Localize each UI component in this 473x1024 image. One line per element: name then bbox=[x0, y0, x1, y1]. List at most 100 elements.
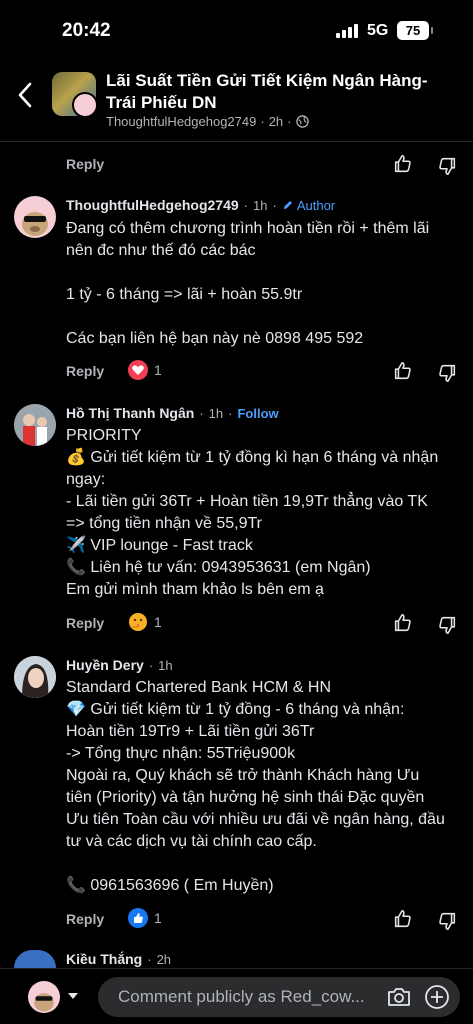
profile-photo-icon bbox=[14, 404, 56, 446]
comment-input[interactable]: Comment publicly as Red_cow... bbox=[98, 977, 460, 1017]
post-title[interactable]: Lãi Suất Tiền Gửi Tiết Kiệm Ngân Hàng- T… bbox=[106, 70, 436, 114]
reaction-summary[interactable]: 1 bbox=[128, 908, 162, 928]
comment-line: nên đc như thế đó các bác bbox=[66, 242, 256, 259]
comment-line: - Lãi tiền gửi 36Tr + Hoàn tiền 19,9Tr t… bbox=[66, 493, 428, 510]
comment-line: Các bạn liên hệ bạn này nè 0898 495 592 bbox=[66, 330, 364, 347]
my-avatar[interactable] bbox=[28, 981, 60, 1013]
post-meta: ThoughtfulHedgehog2749 · 2h · bbox=[106, 114, 309, 129]
comment-line bbox=[66, 262, 466, 284]
follow-button[interactable]: Follow bbox=[237, 406, 278, 421]
commenter-name[interactable]: Huyền Dery bbox=[66, 657, 144, 673]
comment-line: -> Tổng thực nhận: 55Triệu900k bbox=[66, 745, 296, 762]
comment-body: Đang có thêm chương trình hoàn tiền rồi … bbox=[66, 218, 466, 350]
comment-line: ✈️ VIP lounge - Fast track bbox=[66, 537, 253, 554]
comment-header: Hồ Thị Thanh Ngân · 1h · Follow bbox=[66, 405, 279, 421]
battery-icon: 75 bbox=[397, 21, 433, 40]
comment-line: 📞 0961563696 ( Em Huyền) bbox=[66, 877, 274, 894]
post-title-line2: Trái Phiếu DN bbox=[106, 93, 217, 112]
camera-icon[interactable] bbox=[386, 985, 412, 1009]
back-button[interactable] bbox=[12, 78, 40, 112]
comment-line: 💰 Gửi tiết kiệm từ 1 tỷ đồng kì hạn 6 th… bbox=[66, 449, 439, 466]
comment-time: 1h bbox=[158, 657, 173, 673]
reply-button[interactable]: Reply bbox=[66, 156, 104, 172]
like-icon bbox=[128, 908, 148, 928]
comment-time: 1h bbox=[208, 405, 224, 421]
downvote-icon[interactable] bbox=[436, 910, 458, 932]
comment-line: ngay: bbox=[66, 471, 106, 488]
comment-line: => tổng tiền nhận về 55,9Tr bbox=[66, 515, 262, 532]
commenter-name[interactable]: Hồ Thị Thanh Ngân bbox=[66, 405, 194, 421]
group-avatar[interactable] bbox=[52, 72, 96, 116]
avatar[interactable] bbox=[14, 656, 56, 698]
reply-button[interactable]: Reply bbox=[66, 615, 104, 631]
comment-time: 1h bbox=[253, 197, 268, 213]
upvote-icon[interactable] bbox=[392, 908, 414, 930]
downvote-icon[interactable] bbox=[436, 362, 458, 384]
avatar[interactable] bbox=[14, 950, 56, 968]
comment-line bbox=[66, 306, 466, 328]
reaction-count: 1 bbox=[154, 362, 162, 378]
status-time: 20:42 bbox=[62, 20, 111, 41]
comment-actions-row: Reply 1 bbox=[0, 905, 473, 935]
status-bar: 20:42 5G 75 bbox=[0, 0, 473, 60]
heart-icon bbox=[128, 360, 148, 380]
comment-actions-row: Reply 1 bbox=[0, 357, 473, 387]
comment-line bbox=[66, 853, 466, 875]
comment-line: Ưu tiên Toàn cầu với nhiều ưu đãi về ngâ… bbox=[66, 811, 445, 828]
comment-body: Standard Chartered Bank HCM & HN 💎 Gửi t… bbox=[66, 677, 466, 897]
comment-line: 💎 Gửi tiết kiệm từ 1 tỷ đồng - 6 tháng v… bbox=[66, 701, 405, 718]
comment-input-placeholder: Comment publicly as Red_cow... bbox=[118, 987, 365, 1006]
post-time: 2h bbox=[268, 114, 284, 129]
author-avatar-mini bbox=[72, 92, 96, 116]
comment-line: Hoàn tiền 19Tr9 + Lãi tiền gửi 36Tr bbox=[66, 723, 315, 740]
comment-actions-row: Reply 1 bbox=[0, 609, 473, 639]
author-badge-label: Author bbox=[296, 197, 336, 213]
downvote-icon[interactable] bbox=[436, 614, 458, 636]
hedgehog-avatar-icon bbox=[34, 993, 54, 1012]
reply-button[interactable]: Reply bbox=[66, 363, 104, 379]
globe-icon bbox=[295, 115, 309, 128]
post-header: Lãi Suất Tiền Gửi Tiết Kiệm Ngân Hàng- T… bbox=[0, 60, 473, 142]
comment-line: Standard Chartered Bank HCM & HN bbox=[66, 679, 331, 696]
reaction-summary[interactable]: 1 bbox=[128, 612, 162, 632]
care-icon bbox=[129, 613, 147, 631]
reply-button[interactable]: Reply bbox=[66, 911, 104, 927]
comment-line: tư và các dịch vụ tài chính cao cấp. bbox=[66, 833, 317, 850]
commenter-name[interactable]: ThoughtfulHedgehog2749 bbox=[66, 197, 239, 213]
comment-line: 📞 Liên hệ tư vấn: 0943953631 (em Ngân) bbox=[66, 559, 371, 576]
reaction-count: 1 bbox=[154, 910, 162, 926]
chevron-down-icon[interactable] bbox=[66, 991, 80, 1001]
upvote-icon[interactable] bbox=[392, 612, 414, 634]
profile-photo-icon bbox=[14, 656, 56, 698]
comment-line: PRIORITY bbox=[66, 427, 142, 444]
network-label: 5G bbox=[367, 22, 389, 39]
comment-composer-bar: Comment publicly as Red_cow... bbox=[0, 968, 473, 1024]
comment-header: ThoughtfulHedgehog2749 · 1h · Author bbox=[66, 197, 336, 213]
chevron-left-icon bbox=[18, 82, 32, 108]
downvote-icon[interactable] bbox=[436, 155, 458, 177]
reaction-count: 1 bbox=[154, 614, 162, 630]
comment-body: PRIORITY 💰 Gửi tiết kiệm từ 1 tỷ đồng kì… bbox=[66, 425, 466, 601]
comment-header: Kiều Thắng · 2h bbox=[66, 951, 172, 967]
reaction-summary[interactable]: 1 bbox=[128, 360, 162, 380]
commenter-name[interactable]: Kiều Thắng bbox=[66, 951, 142, 967]
avatar[interactable] bbox=[14, 196, 56, 238]
upvote-icon[interactable] bbox=[392, 360, 414, 382]
post-title-line1: Lãi Suất Tiền Gửi Tiết Kiệm Ngân Hàng- bbox=[106, 71, 428, 90]
author-badge: Author bbox=[282, 198, 335, 213]
comment-line: Em gửi mình tham khảo ls bên em ạ bbox=[66, 581, 324, 598]
comment-time: 2h bbox=[156, 951, 172, 967]
comment-line: Ngoài ra, Quý khách sẽ trở thành Khách h… bbox=[66, 767, 420, 784]
post-author[interactable]: ThoughtfulHedgehog2749 bbox=[106, 114, 256, 129]
pencil-icon bbox=[283, 201, 292, 209]
signal-icon bbox=[336, 24, 360, 38]
upvote-icon[interactable] bbox=[392, 153, 414, 175]
comment-line: 1 tỷ - 6 tháng => lãi + hoàn 55.9tr bbox=[66, 286, 303, 303]
comment-actions-row: Reply bbox=[0, 150, 473, 180]
comment-line: tiên (Priority) và tận hưởng hệ sinh thá… bbox=[66, 789, 425, 806]
comment-header: Huyền Dery · 1h bbox=[66, 657, 173, 673]
comment-line: Đang có thêm chương trình hoàn tiền rồi … bbox=[66, 220, 430, 237]
add-icon[interactable] bbox=[424, 984, 450, 1010]
hedgehog-avatar-icon bbox=[22, 212, 48, 236]
avatar[interactable] bbox=[14, 404, 56, 446]
